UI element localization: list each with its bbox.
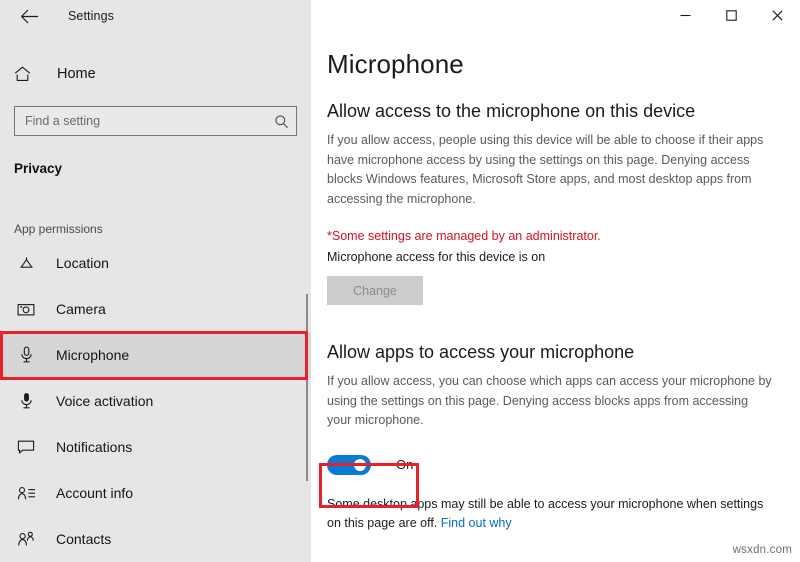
sidebar-item-label: Camera [56,301,106,317]
microphone-icon [14,346,38,364]
notifications-icon [14,439,38,455]
apps-access-toggle[interactable] [327,454,371,475]
sidebar-item-notifications[interactable]: Notifications [0,424,311,470]
device-section-body: If you allow access, people using this d… [327,133,764,206]
change-button[interactable]: Change [327,276,423,305]
find-out-why-link[interactable]: Find out why [441,516,512,530]
sidebar-item-voice-activation[interactable]: Voice activation [0,378,311,424]
search-box[interactable] [14,106,297,136]
sidebar-item-location[interactable]: Location [0,240,311,286]
sidebar-item-microphone[interactable]: Microphone [0,332,311,378]
location-icon [14,255,38,272]
maximize-button[interactable] [708,0,754,30]
apps-section-heading: Allow apps to access your microphone [327,342,635,362]
voice-activation-icon [14,392,38,410]
sidebar-item-label: Voice activation [56,393,154,409]
apps-access-toggle-row: On [327,453,800,477]
desktop-apps-note-text: Some desktop apps may still be able to a… [327,496,764,530]
sidebar-item-contacts[interactable]: Contacts [0,516,311,562]
sidebar-item-camera[interactable]: Camera [0,286,311,332]
main-content: Microphone Allow access to the microphon… [311,0,800,562]
settings-window: Settings Home Privacy App permissions [0,0,800,562]
page-title: Microphone [327,49,464,79]
sidebar-home-label: Home [57,66,96,82]
sidebar-item-label: Notifications [56,439,133,455]
account-info-icon [14,486,38,501]
toggle-knob [354,458,366,471]
admin-managed-note: *Some settings are managed by an adminis… [327,229,601,243]
sidebar-section-title: Privacy [14,161,63,176]
sidebar-titlebar: Settings [0,0,311,32]
back-arrow-icon[interactable] [14,1,44,31]
watermark: wsxdn.com [732,544,792,556]
sidebar-item-label: Contacts [56,531,112,547]
window-controls [327,0,800,32]
sidebar: Settings Home Privacy App permissions [0,0,311,562]
toggle-state-label: On [396,457,414,472]
sidebar-item-account-info[interactable]: Account info [0,470,311,516]
home-icon [14,66,40,82]
sidebar-item-home[interactable]: Home [0,54,311,94]
close-button[interactable] [754,0,800,30]
desktop-apps-note: Some desktop apps may still be able to a… [327,495,779,533]
apps-section-body: If you allow access, you can choose whic… [327,374,772,427]
sidebar-scrollbar[interactable] [306,294,308,481]
sidebar-item-label: Microphone [56,347,130,363]
window-title: Settings [68,9,114,23]
sidebar-item-label: Account info [56,485,134,501]
search-icon[interactable] [274,114,289,129]
sidebar-item-label: Location [56,255,109,271]
contacts-icon [14,531,38,547]
device-access-status: Microphone access for this device is on [327,250,546,264]
search-input[interactable] [25,114,274,128]
sidebar-group-label: App permissions [14,222,103,236]
minimize-button[interactable] [662,0,708,30]
camera-icon [14,302,38,317]
sidebar-nav-list: Location Camera Microphone Voice activat… [0,240,311,562]
device-section-heading: Allow access to the microphone on this d… [327,101,696,121]
